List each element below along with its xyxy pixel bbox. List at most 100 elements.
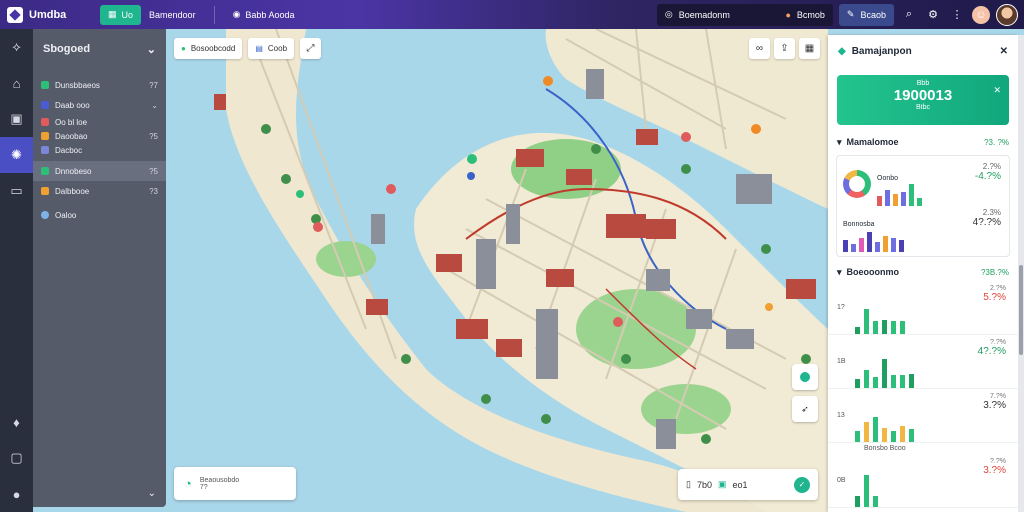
value-a: ?.?% (990, 458, 1006, 465)
layer-count: ?5 (149, 131, 158, 141)
metric-row: 1B ?.?% 4?.?% (828, 335, 1018, 389)
home-icon[interactable]: ⌂ (0, 65, 33, 101)
bar (891, 375, 896, 388)
chart-icon[interactable]: ▣ (718, 479, 727, 490)
image-icon[interactable]: ▣ (0, 101, 33, 137)
card-row-body: Oonbo (877, 175, 922, 206)
metric-numbers: 2.?% 5.?% (983, 285, 1006, 303)
close-icon[interactable]: ✕ (1000, 46, 1008, 57)
bar (885, 190, 890, 206)
scroll-thumb[interactable] (1019, 265, 1023, 355)
compass-icon[interactable]: ➶ (792, 396, 818, 422)
top-right-actions: ◎ Boemadonm ● Bcmob ✎ Bcaob ⌕ ⚙ ⋮ ☺ (656, 0, 1024, 29)
layer-label: Dunsbbaeos (55, 80, 100, 90)
layer-label: Dalbbooe (55, 186, 90, 196)
bar (891, 431, 896, 442)
value-a: 7.?% (990, 393, 1006, 400)
search-icon[interactable]: ⌕ (900, 6, 918, 24)
map-canvas[interactable]: ● Bosoobcodd ▤ Coob ⤢ ∞ ⇪ ▦ ➶ ◔ Beaousob… (166, 29, 828, 512)
layer-label: Daab ooo (55, 100, 90, 110)
layer-item[interactable]: Daoobao ?5 (33, 129, 166, 143)
more-icon[interactable]: ⋮ (948, 6, 966, 24)
filter-label: Bosoobcodd (190, 44, 236, 53)
bar (917, 198, 922, 206)
value-b: 4?.?% (972, 217, 1001, 228)
edit-label: Bcaob (860, 9, 886, 20)
donut-chart (843, 170, 871, 198)
layer-item[interactable]: Dalbbooe ?3 (33, 181, 166, 201)
bell-icon[interactable]: ♦ (0, 404, 33, 440)
close-icon[interactable]: ✕ (993, 85, 1001, 96)
layer-item[interactable]: Oaloo (33, 205, 166, 225)
row-tick: 1B (837, 358, 846, 365)
hero-metric: Bbb 1900013 Btbc ✕ (837, 75, 1009, 125)
tab-home[interactable]: ▦ Uo (100, 4, 142, 25)
user-mini-avatar[interactable]: ☺ (972, 5, 990, 24)
alert-label: Bcmob (796, 9, 825, 20)
fullscreen-icon[interactable]: ⤢ (300, 38, 322, 59)
layers-button[interactable]: ▤ Coob (248, 38, 295, 59)
info-icon[interactable]: ● (0, 476, 33, 512)
section-header[interactable]: ▾ Mamalomoe ?3. ?% (828, 133, 1018, 151)
value-b: 3.?% (983, 465, 1006, 476)
filter-button[interactable]: ● Bosoobcodd (174, 38, 243, 59)
doc-icon[interactable]: ▯ (686, 479, 691, 490)
layer-item[interactable]: Oo bl loe (33, 115, 166, 129)
value-a: ?.?% (990, 339, 1006, 346)
link-icon[interactable]: ∞ (749, 38, 770, 59)
bar (864, 422, 869, 442)
layer-item[interactable]: Dunsbbaeos ?7 (33, 75, 166, 95)
metric-numbers: ?.?% 4?.?% (978, 339, 1006, 357)
layer-label: Oo bl loe (55, 117, 88, 127)
layer-swatch (41, 211, 49, 219)
map-top-right-tools: ∞ ⇪ ▦ (749, 38, 820, 59)
bar (873, 417, 878, 442)
map-toolbar: ● Bosoobcodd ▤ Coob ⤢ (174, 38, 322, 59)
grid-icon[interactable]: ▦ (799, 38, 820, 59)
value-a: 2.3% (982, 208, 1001, 217)
bar (882, 320, 887, 334)
tab-second[interactable]: Bamendoor (141, 5, 204, 25)
layer-swatch (41, 118, 49, 126)
network-icon[interactable]: ✺ (0, 137, 33, 173)
bar (859, 238, 864, 252)
card-row-label: Oonbo (877, 175, 899, 182)
layer-item[interactable]: Daab ooo ⌄ (33, 95, 166, 115)
edit-button[interactable]: ✎ Bcaob (838, 3, 894, 26)
value-a: 2.?% (982, 162, 1001, 171)
confirm-button[interactable]: ✓ (794, 476, 810, 493)
bar (900, 375, 905, 388)
lock-icon[interactable]: ▢ (0, 440, 33, 476)
scrollbar[interactable] (1018, 35, 1024, 512)
bar (909, 429, 914, 442)
locate-icon[interactable] (792, 364, 818, 390)
export-icon[interactable]: ⇪ (774, 38, 795, 59)
chevron-down-icon[interactable]: ⌄ (148, 488, 156, 499)
avatar[interactable] (996, 3, 1018, 26)
app-logo[interactable]: Umdba (0, 6, 100, 23)
tab-label: Uo (121, 9, 134, 20)
chevron-down-icon[interactable]: ⌄ (151, 101, 158, 110)
settings-icon[interactable]: ⚙ (924, 6, 942, 24)
chat-icon[interactable]: ▭ (0, 173, 33, 209)
bar (899, 240, 904, 252)
leaf-icon: ● (181, 44, 186, 53)
layers-icon: ▤ (255, 44, 263, 53)
metric-row: 13 7.?% 3.?% (828, 389, 1018, 443)
chevron-down-icon[interactable]: ⌄ (147, 43, 156, 56)
bar (883, 236, 888, 252)
top-bar: Umdba ▦ Uo Bamendoor ◉ Babb Aooda ◎ Boem… (0, 0, 1024, 29)
bar (873, 496, 878, 507)
subhead: Bonsbo Bcoo (864, 445, 906, 452)
mini-bars (877, 182, 922, 206)
location-search[interactable]: ◎ Boemadonm ● Bcmob (656, 3, 833, 26)
layer-swatch (41, 101, 49, 109)
compass-icon: ◎ (664, 9, 673, 19)
layer-item[interactable]: Dacboc (33, 143, 166, 157)
section-header[interactable]: ▾ Boeooonmo ?3B.?% (828, 263, 1018, 281)
value-b: 3.?% (983, 400, 1006, 411)
layer-item[interactable]: Dnnobeso ?5 (33, 161, 166, 181)
tab-third[interactable]: ◉ Babb Aooda (225, 5, 303, 25)
zoom-value-a: 7b0 (696, 479, 712, 490)
share-icon[interactable]: ⟡ (0, 29, 33, 65)
